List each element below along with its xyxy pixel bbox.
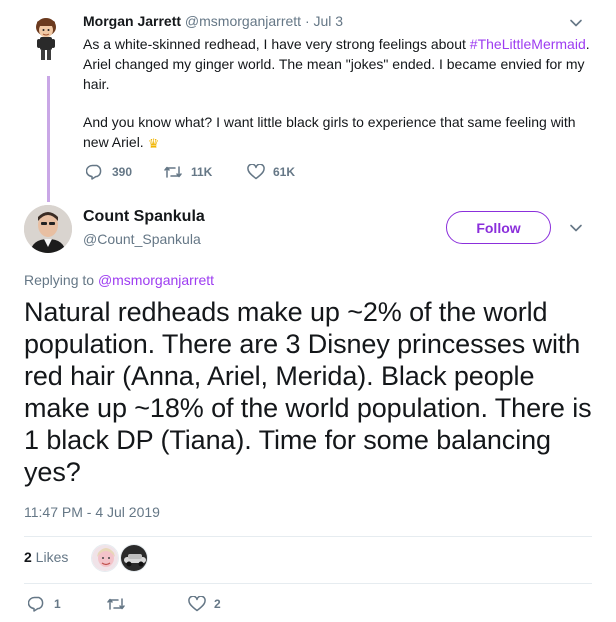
likes-label: Likes xyxy=(31,549,69,565)
parent-text-line1: As a white-skinned redhead, I have very … xyxy=(83,36,466,52)
main-reply-action[interactable]: 1 xyxy=(28,596,61,612)
main-tweet-text: Natural redheads make up ~2% of the worl… xyxy=(24,297,592,487)
replying-to-link[interactable]: @msmorganjarrett xyxy=(98,272,214,288)
parent-tweet-actions: 390 11K 61K xyxy=(86,164,295,180)
parent-author-name[interactable]: Morgan Jarrett xyxy=(83,13,181,29)
main-like-action[interactable]: 2 xyxy=(188,596,221,612)
parent-retweet-count: 11K xyxy=(191,165,213,179)
divider xyxy=(24,583,592,584)
replying-prefix: Replying to xyxy=(24,272,98,288)
retweet-icon xyxy=(106,596,126,612)
main-author-name[interactable]: Count Spankula xyxy=(83,208,205,226)
parent-reply-action[interactable]: 390 xyxy=(86,164,163,180)
likes-count: 2 xyxy=(24,549,32,565)
parent-tweet-header: Morgan Jarrett @msmorganjarrett · Jul 3 xyxy=(83,13,343,29)
liker-avatar[interactable] xyxy=(91,544,119,572)
parent-author-handle[interactable]: @msmorganjarrett xyxy=(185,13,301,29)
liker-avatar[interactable] xyxy=(120,544,148,572)
reply-icon xyxy=(28,596,46,612)
likes-summary[interactable]: 2 Likes xyxy=(24,549,68,565)
parent-tweet-text: As a white-skinned redhead, I have very … xyxy=(83,34,593,154)
divider xyxy=(24,536,592,537)
replying-to-line: Replying to @msmorganjarrett xyxy=(24,272,214,288)
parent-reply-count: 390 xyxy=(112,165,133,179)
hashtag-link[interactable]: #TheLittleMermaid xyxy=(470,36,586,52)
parent-like-action[interactable]: 61K xyxy=(247,164,295,180)
heart-icon xyxy=(247,164,265,180)
main-author-handle[interactable]: @Count_Spankula xyxy=(83,231,201,247)
heart-icon xyxy=(188,596,206,612)
main-retweet-action[interactable] xyxy=(106,596,134,612)
main-reply-count: 1 xyxy=(54,597,61,611)
parent-avatar[interactable] xyxy=(26,14,66,62)
parent-retweet-action[interactable]: 11K xyxy=(163,164,247,180)
parent-like-count: 61K xyxy=(273,165,296,179)
crown-icon: ♛ xyxy=(147,136,160,151)
thread-connector-line xyxy=(47,76,50,202)
tweet-timestamp[interactable]: 11:47 PM - 4 Jul 2019 xyxy=(24,504,160,520)
main-avatar[interactable] xyxy=(24,205,72,253)
parent-tweet-date[interactable]: Jul 3 xyxy=(314,13,344,29)
chevron-down-icon[interactable] xyxy=(569,221,583,235)
follow-button[interactable]: Follow xyxy=(446,211,551,244)
chevron-down-icon[interactable] xyxy=(569,16,583,30)
header-separator: · xyxy=(304,13,310,29)
reply-icon xyxy=(86,164,104,180)
main-like-count: 2 xyxy=(214,597,221,611)
retweet-icon xyxy=(163,164,183,180)
